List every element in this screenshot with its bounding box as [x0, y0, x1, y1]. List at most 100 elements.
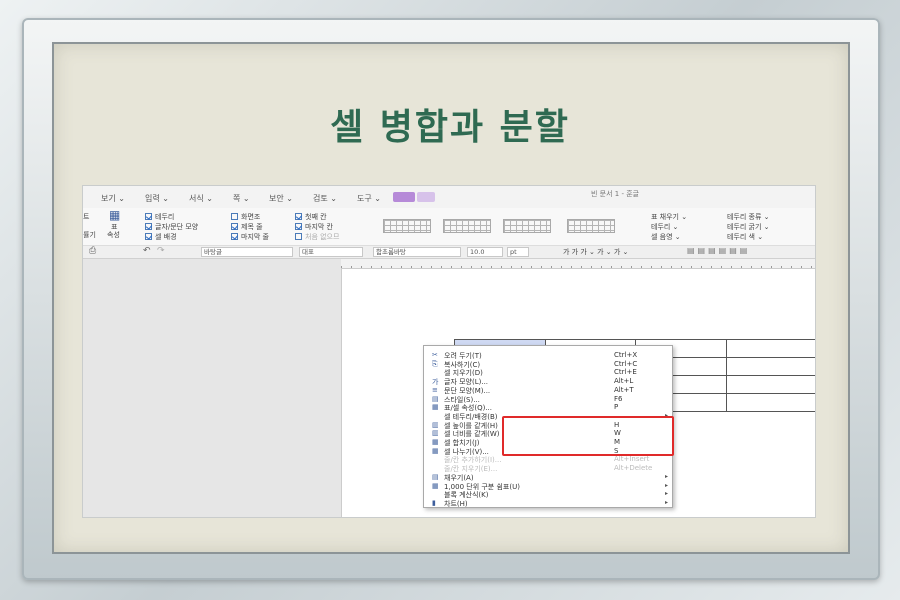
table-cell[interactable]	[725, 375, 815, 394]
cell-shade-button[interactable]: 셀 음영 ⌄	[651, 232, 681, 242]
chart-icon: ▮	[432, 498, 436, 507]
menu-review[interactable]: 검토 ⌄	[313, 193, 337, 204]
checkbox-icon	[231, 233, 238, 240]
table-style-preview-2[interactable]	[443, 219, 491, 233]
submenu-arrow-icon: ▸	[665, 490, 669, 498]
border-button[interactable]: 테두리 ⌄	[651, 222, 678, 232]
table-style-preview-3[interactable]	[503, 219, 551, 233]
slide-title: 셀 병합과 분할	[330, 107, 570, 148]
submenu-arrow-icon: ▸	[665, 481, 669, 489]
checkbox-icon	[145, 223, 152, 230]
left-label-4: 속성	[107, 231, 120, 239]
left-label-1: 트	[83, 213, 90, 221]
menu-security[interactable]: 보안 ⌄	[269, 193, 293, 204]
menu-item-shortcut: F6	[614, 394, 623, 403]
menu-item-add-row-col[interactable]: 줄/칸 추가하기(I)... Alt+Insert	[424, 455, 674, 464]
ruler	[341, 259, 815, 269]
table-cell[interactable]	[725, 393, 815, 412]
menu-item-cut[interactable]: ✂ 오려 두기(T) Ctrl+X	[424, 351, 674, 360]
table-tab-chip[interactable]	[393, 192, 415, 202]
left-label-2: 률기	[83, 231, 96, 239]
unit-select[interactable]: pt	[507, 247, 529, 257]
menu-item-shortcut: Alt+T	[614, 385, 634, 394]
check-last-col[interactable]: 마지막 칸	[295, 222, 333, 232]
submenu-arrow-icon: ▸	[665, 498, 669, 506]
menu-item-para-shape[interactable]: ≡ 문단 모양(M)... Alt+T	[424, 386, 674, 395]
document-title: 빈 문서 1 - 훈글	[591, 190, 640, 198]
redo-icon[interactable]: ↷	[157, 246, 165, 256]
menu-view[interactable]: 보기 ⌄	[101, 193, 125, 204]
menu-item-delete-row-col[interactable]: 줄/칸 지우기(E)... Alt+Delete	[424, 464, 674, 473]
menu-item-copy[interactable]: ⎘ 복사하기(C) Ctrl+C	[424, 360, 674, 369]
menu-item-label: 차트(H)	[444, 499, 468, 508]
menu-item-shortcut: Alt+Delete	[614, 464, 653, 473]
thousand-sep-icon: ▦	[432, 481, 439, 490]
menu-item-delete-cell[interactable]: 셀 지우기(D) Ctrl+E	[424, 368, 674, 377]
font-select[interactable]: 함초롬바탕	[373, 247, 461, 257]
table-style-preview-1[interactable]	[383, 219, 431, 233]
font-size-input[interactable]: 10.0	[467, 247, 503, 257]
checkbox-icon	[231, 223, 238, 230]
format-bar: ⎙ ↶ ↷ 바탕글 대표 함초롬바탕 10.0 pt 가 가 가 ⌄ 가 ⌄ 가…	[83, 246, 815, 259]
border-color-button[interactable]: 테두리 색 ⌄	[727, 232, 763, 242]
table-cell[interactable]	[725, 357, 815, 376]
table-style-preview-4[interactable]	[567, 219, 615, 233]
align-icons[interactable]: ▤▤▤▤▤▤	[687, 246, 750, 255]
language-select[interactable]: 대표	[299, 247, 363, 257]
check-screen[interactable]: 화면조	[231, 212, 260, 222]
cut-icon: ✂	[432, 351, 438, 359]
menu-item-shortcut: Ctrl+E	[614, 368, 637, 377]
table-properties-icon[interactable]: ▦	[109, 208, 120, 222]
table-props-icon: ▦	[432, 403, 439, 412]
menu-item-style[interactable]: ▤ 스타일(S)... F6	[424, 395, 674, 404]
check-none[interactable]: 처음 없으므	[295, 232, 339, 242]
fill-table-button[interactable]: 표 채우기 ⌄	[651, 212, 687, 222]
menu-item-fill[interactable]: ▤ 채우기(A) ▸	[424, 473, 674, 482]
check-last-row[interactable]: 마지막 줄	[231, 232, 269, 242]
checkbox-icon	[295, 213, 302, 220]
menu-item-char-shape[interactable]: 가 글자 모양(L)... Alt+L	[424, 377, 674, 386]
menu-tools[interactable]: 도구 ⌄	[357, 193, 381, 204]
check-first-col[interactable]: 첫째 칸	[295, 212, 327, 222]
submenu-arrow-icon: ▸	[665, 472, 669, 480]
table-cell[interactable]	[725, 339, 815, 358]
check-border[interactable]: 테두리	[145, 212, 174, 222]
style-select[interactable]: 바탕글	[201, 247, 293, 257]
equal-height-icon: ▥	[432, 420, 439, 429]
menu-format[interactable]: 서식 ⌄	[189, 193, 213, 204]
menu-page[interactable]: 쪽 ⌄	[233, 193, 250, 204]
menu-item-shortcut: Ctrl+C	[614, 359, 638, 368]
equal-width-icon: ▥	[432, 429, 439, 438]
menu-insert[interactable]: 입력 ⌄	[145, 193, 169, 204]
copy-icon: ⎘	[432, 359, 438, 368]
checkbox-icon	[231, 213, 238, 220]
checkbox-icon	[145, 213, 152, 220]
split-cells-icon: ▦	[432, 446, 439, 455]
menu-item-block-calc[interactable]: 블록 계산식(K) ▸	[424, 490, 674, 499]
menu-item-thousand-sep[interactable]: ▦ 1,000 단위 구분 쉼표(U) ▸	[424, 482, 674, 491]
merge-cells-icon: ▦	[432, 438, 439, 446]
check-title-row[interactable]: 제목 줄	[231, 222, 263, 232]
para-shape-icon: ≡	[432, 385, 438, 394]
border-type-button[interactable]: 테두리 종류 ⌄	[727, 212, 770, 222]
fill-icon: ▤	[432, 472, 439, 481]
print-icon[interactable]: ⎙	[89, 246, 96, 256]
check-char-para[interactable]: 글자/문단 모양	[145, 222, 198, 232]
checkbox-icon	[295, 233, 302, 240]
highlight-box	[502, 416, 674, 456]
check-cell-bg[interactable]: 셀 배경	[145, 232, 177, 242]
style-icon: ▤	[432, 394, 439, 403]
menu-item-chart[interactable]: ▮ 차트(H) ▸	[424, 499, 674, 508]
font-style-buttons[interactable]: 가 가 가 ⌄ 가 ⌄ 가 ⌄	[563, 247, 628, 257]
menu-item-shortcut: Ctrl+X	[614, 351, 638, 359]
table-tab-chip-2[interactable]	[417, 192, 435, 202]
menu-item-shortcut: Alt+L	[614, 377, 634, 386]
menu-bar: 보기 ⌄ 입력 ⌄ 서식 ⌄ 쪽 ⌄ 보안 ⌄ 검토 ⌄ 도구 ⌄ 빈 문서 1…	[83, 186, 815, 208]
checkbox-icon	[295, 223, 302, 230]
undo-icon[interactable]: ↶	[143, 246, 151, 256]
menu-item-shortcut: Alt+Insert	[614, 455, 650, 464]
left-pane	[83, 259, 341, 517]
border-weight-button[interactable]: 테두리 굵기 ⌄	[727, 222, 770, 232]
menu-item-table-props[interactable]: ▦ 표/셀 속성(Q)... P	[424, 403, 674, 412]
checkbox-icon	[145, 233, 152, 240]
